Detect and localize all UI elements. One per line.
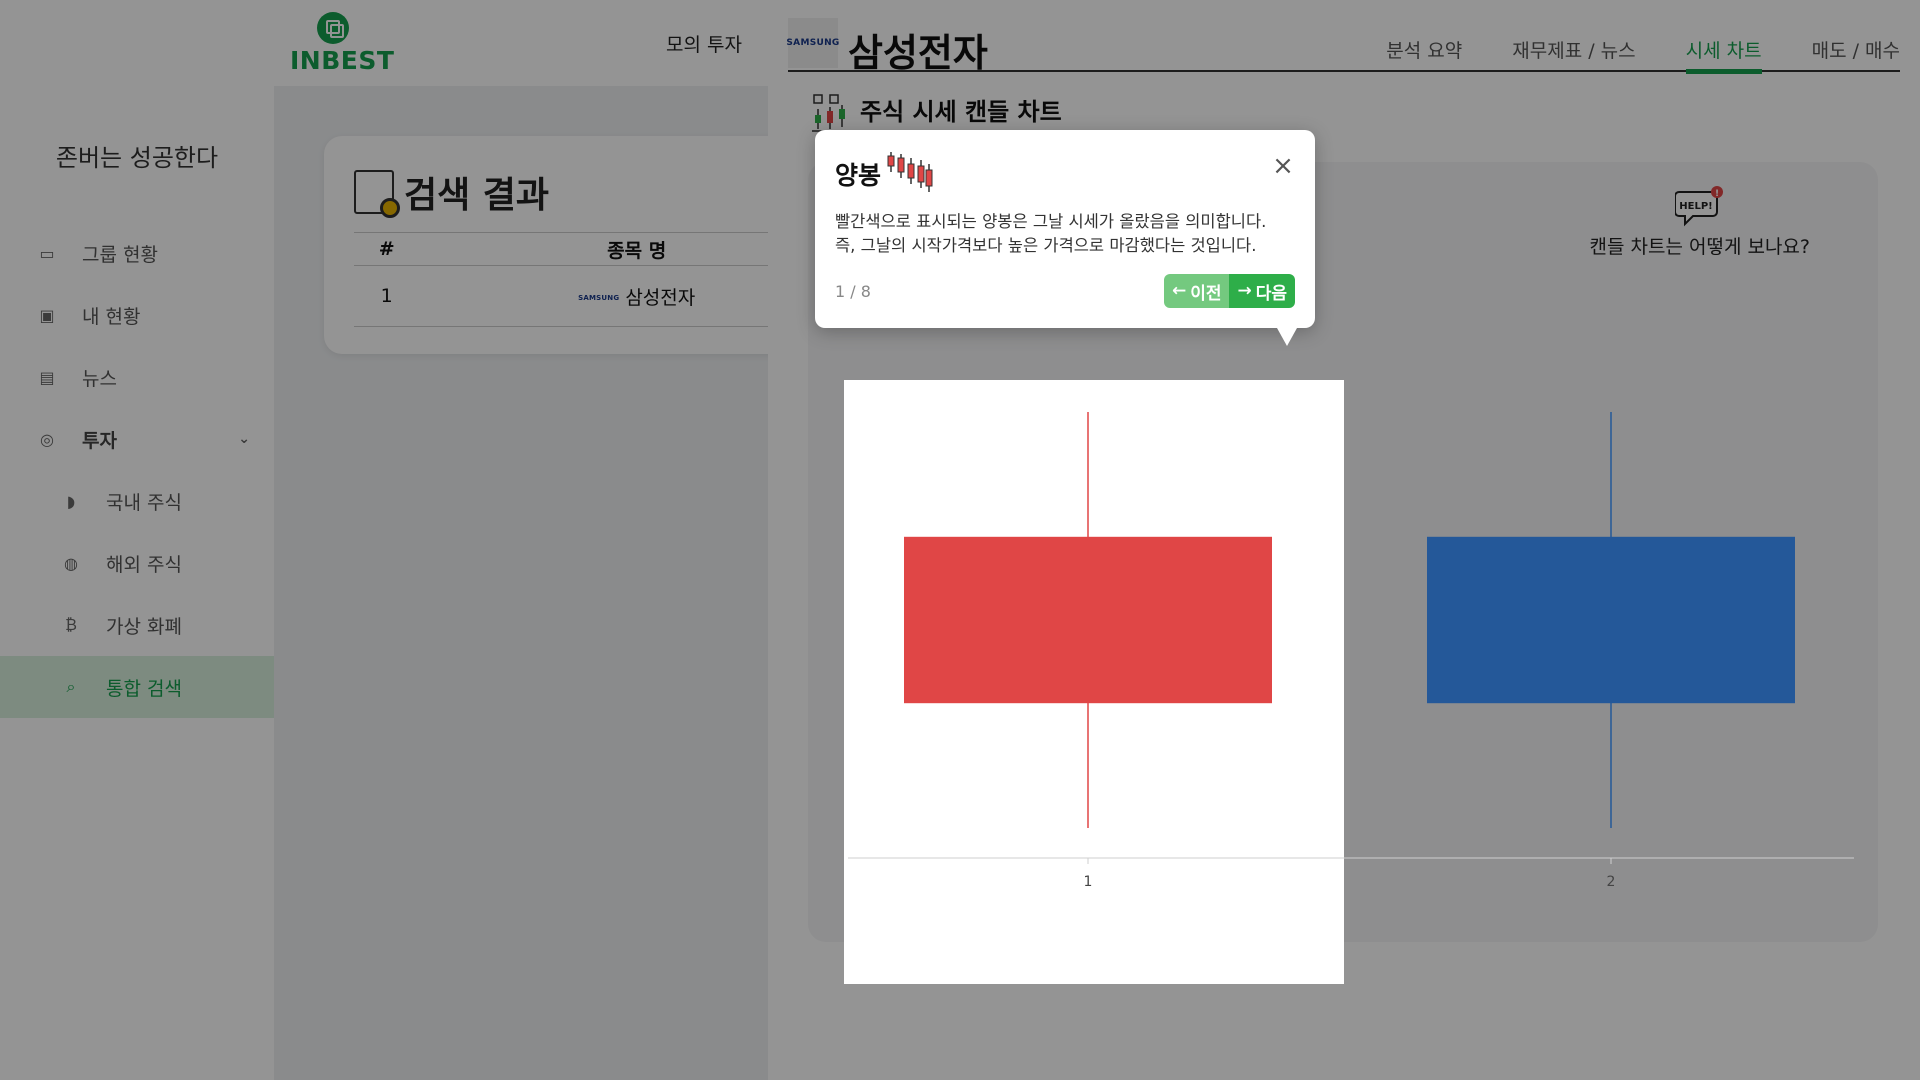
candle-chart-help[interactable]: HELP! ! 캔들 차트는 어떻게 보나요? [1590, 186, 1810, 259]
slogan: 존버는 성공한다 [55, 144, 219, 172]
next-label: 다음 [1255, 283, 1287, 304]
tooltip-body: 빨간색으로 표시되는 양봉은 그날 시세가 올랐음을 의미합니다. 즉, 그날의… [835, 210, 1295, 258]
profile-card-icon: ▣ [39, 305, 55, 325]
stock-header: SAMSUNG 삼성전자 분석 요약 재무제표 / 뉴스 시세 차트 매도 / … [786, 18, 1900, 75]
bitcoin-icon: ₿ [65, 615, 77, 634]
sidebar-item-news[interactable]: ▤ 뉴스 [0, 346, 274, 408]
row-index: 1 [354, 265, 420, 327]
sidebar-item-integrated-search[interactable]: ⌕ 통합 검색 [0, 656, 274, 718]
tab-analysis-summary[interactable]: 분석 요약 [1386, 36, 1462, 74]
stock-name: 삼성전자 [848, 31, 988, 75]
chevron-down-icon: ⌄ [238, 431, 250, 447]
sidebar-item-group-status[interactable]: ▭ 그룹 현황 [0, 222, 274, 284]
help-icon: HELP! ! [1673, 186, 1725, 227]
close-icon[interactable]: × [1271, 153, 1295, 179]
stock-tabs: 분석 요약 재무제표 / 뉴스 시세 차트 매도 / 매수 [1386, 36, 1900, 74]
candlestick-icon [885, 150, 933, 198]
search-results-title: 검색 결과 [404, 175, 550, 216]
sidebar-item-label: 가상 화폐 [106, 615, 182, 638]
newspaper-icon: ▤ [39, 367, 55, 387]
sidebar-item-label: 뉴스 [82, 367, 117, 390]
arrow-right-icon: → [1237, 281, 1252, 301]
tooltip-title: 양봉 [835, 161, 882, 190]
inbest-logo[interactable]: INBEST [290, 12, 395, 75]
search-report-icon [354, 170, 400, 218]
tour-nav-buttons: ← 이전 → 다음 [1163, 274, 1295, 308]
korea-map-icon: ◗ [66, 491, 76, 511]
sidebar-item-domestic-stock[interactable]: ◗ 국내 주식 [0, 470, 274, 532]
sidebar-item-crypto[interactable]: ₿ 가상 화폐 [0, 594, 274, 656]
svg-text:HELP!: HELP! [1679, 201, 1712, 212]
sidebar-item-label: 국내 주식 [106, 491, 182, 514]
column-header-index: # [354, 232, 420, 266]
chart-section-header: 주식 시세 캔들 차트 [810, 92, 1062, 133]
sidebar-item-invest[interactable]: ◎ 투자 ⌄ [0, 408, 274, 470]
tooltip-body-line: 빨간색으로 표시되는 양봉은 그날 시세가 올랐음을 의미합니다. [835, 212, 1267, 231]
sidebar: 존버는 성공한다 ▭ 그룹 현황 ▣ 내 현황 ▤ 뉴스 ◎ 투자 ⌄ ◗ 국내… [0, 86, 274, 1080]
sidebar-item-my-status[interactable]: ▣ 내 현황 [0, 284, 274, 346]
tab-price-chart[interactable]: 시세 차트 [1685, 36, 1762, 74]
next-button[interactable]: → 다음 [1229, 274, 1295, 308]
sidebar-item-label: 내 현황 [82, 305, 141, 328]
svg-text:!: ! [1715, 189, 1719, 199]
sidebar-item-label: 그룹 현황 [82, 243, 158, 266]
logo-icon [317, 12, 349, 44]
arrow-left-icon: ← [1171, 281, 1187, 301]
prev-label: 이전 [1190, 283, 1222, 304]
tour-tooltip: 양봉 × 빨간색으로 표시되는 양봉은 그날 시세가 올랐음을 의미합니다. 즉… [815, 130, 1315, 346]
search-document-icon: ⌕ [66, 677, 76, 696]
sidebar-item-label: 통합 검색 [106, 677, 182, 700]
globe-icon: ◍ [64, 553, 78, 573]
chart-section-title: 주식 시세 캔들 차트 [860, 98, 1062, 126]
tooltip-body-line: 즉, 그날의 시작가격보다 높은 가격으로 마감했다는 것입니다. [835, 236, 1257, 255]
tour-spotlight [844, 380, 1344, 984]
tour-progress: 1 / 8 [835, 282, 871, 301]
nav-mock-investment[interactable]: 모의 투자 [666, 30, 742, 57]
group-board-icon: ▭ [39, 243, 55, 263]
candle-chart-icon [810, 93, 850, 133]
tab-sell-buy[interactable]: 매도 / 매수 [1812, 36, 1900, 74]
logo-text: INBEST [290, 46, 395, 75]
sidebar-item-foreign-stock[interactable]: ◍ 해외 주식 [0, 532, 274, 594]
tab-financials-news[interactable]: 재무제표 / 뉴스 [1512, 36, 1635, 74]
sidebar-item-label: 투자 [82, 429, 117, 452]
row-stock-name: 삼성전자 [625, 286, 696, 309]
prev-button[interactable]: ← 이전 [1163, 274, 1230, 308]
sidebar-item-label: 해외 주식 [106, 553, 182, 576]
samsung-logo: SAMSUNG [786, 18, 839, 68]
coins-icon: ◎ [40, 429, 54, 449]
samsung-logo: SAMSUNG [578, 294, 620, 302]
help-text: 캔들 차트는 어떻게 보나요? [1589, 236, 1810, 258]
